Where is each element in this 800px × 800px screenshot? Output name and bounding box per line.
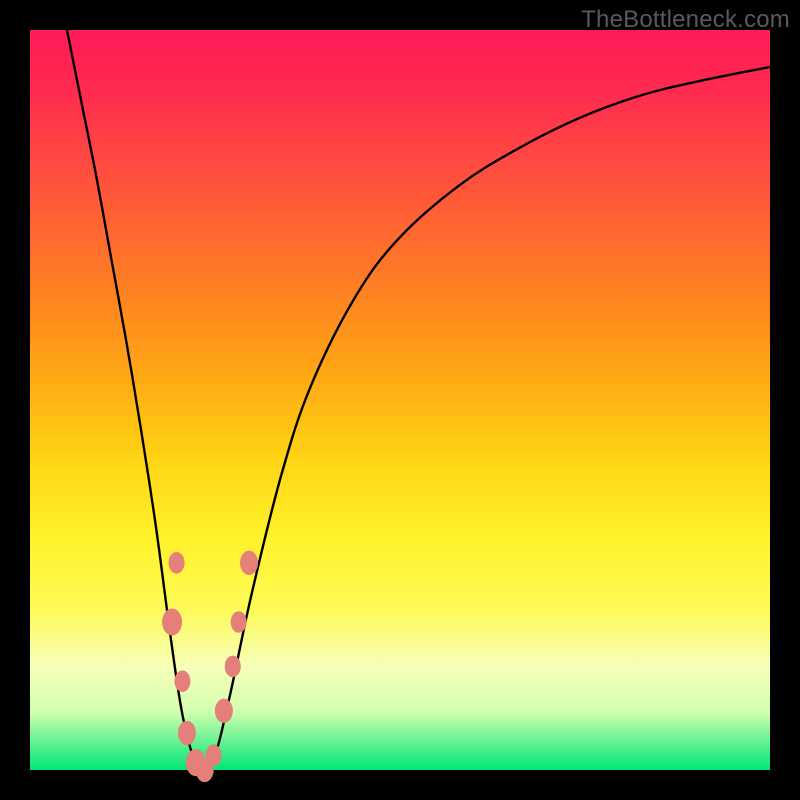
curve-marker [215,699,233,723]
curve-marker [162,609,182,636]
plot-area [30,30,770,770]
watermark-text: TheBottleneck.com [581,6,790,34]
curve-marker [231,611,247,633]
curve-marker [225,656,241,678]
curve-marker [169,552,185,574]
curve-marker [174,670,190,692]
curve-marker [240,551,258,575]
bottleneck-curve [67,30,770,770]
chart-frame: TheBottleneck.com [0,0,800,800]
marker-cluster [162,551,258,783]
chart-svg [30,30,770,770]
curve-marker [206,744,222,766]
curve-marker [178,721,196,745]
